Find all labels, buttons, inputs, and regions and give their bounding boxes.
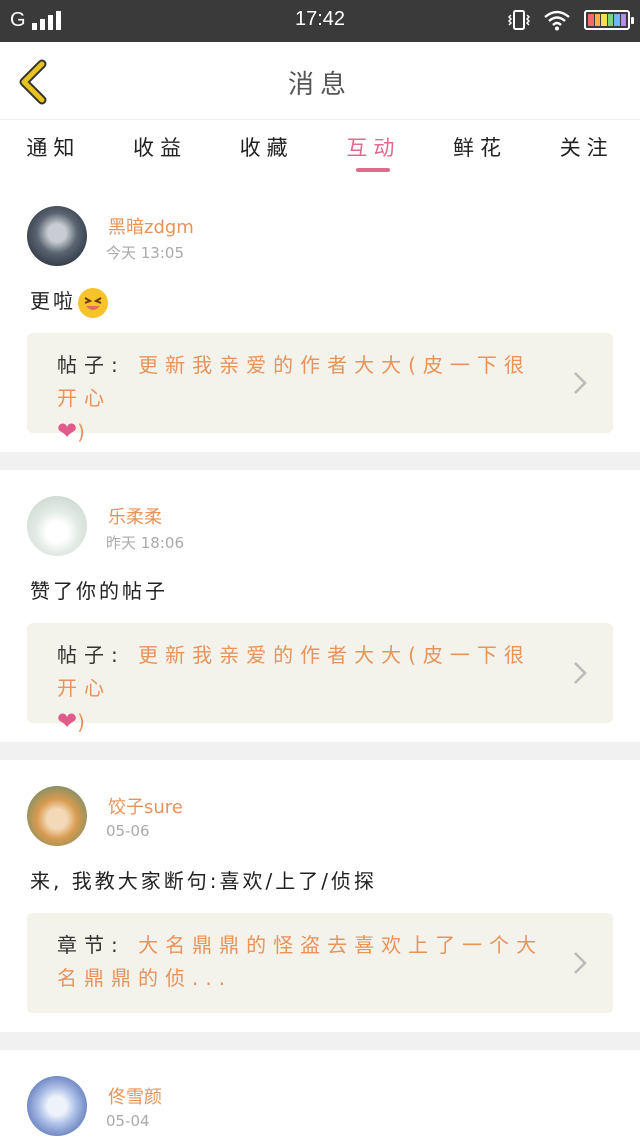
quoted-post[interactable]: 帖子: 更新我亲爱的作者大大(皮一下很开心 ❤) [27,333,613,445]
quote-label: 帖子: [57,353,125,377]
quote-content: 更新我亲爱的作者大大(皮一下很开心 [57,353,531,410]
message-time: 昨天 18:06 [106,534,184,552]
tab-label: 通知 [26,136,81,160]
tab-following[interactable]: 关注 [533,120,640,180]
tab-label: 关注 [559,136,614,160]
avatar[interactable] [27,1076,87,1136]
avatar[interactable] [27,496,87,556]
message-card: 黑暗zdgm 今天 13:05 更啦 帖子: 更新我亲爱的作者大大(皮一下很开心… [0,180,640,452]
message-card: 佟雪颜 05-04 [0,1050,640,1138]
wifi-icon [544,10,570,31]
message-text: 来, 我教大家断句:喜欢/上了/侦探 [30,869,377,893]
vibrate-icon [508,10,530,30]
username[interactable]: 饺子sure [108,793,183,819]
message-card: 饺子sure 05-06 来, 我教大家断句:喜欢/上了/侦探 章节: 大名鼎鼎… [0,760,640,1032]
card-divider [0,452,640,470]
chevron-right-icon [574,952,587,974]
quoted-chapter[interactable]: 章节: 大名鼎鼎的怪盗去喜欢上了一个大名鼎鼎的侦... [27,913,613,1013]
tab-interactions[interactable]: 互动 [320,120,427,180]
quote-text: 帖子: 更新我亲爱的作者大大(皮一下很开心 ❤) [57,349,557,449]
quote-tail: ) [77,710,92,734]
tab-earnings[interactable]: 收益 [107,120,214,180]
quote-text: 章节: 大名鼎鼎的怪盗去喜欢上了一个大名鼎鼎的侦... [57,929,557,995]
message-time: 今天 13:05 [106,244,184,262]
tab-label: 互动 [346,136,401,160]
heart-icon: ❤ [57,707,78,735]
heart-icon: ❤ [57,417,78,445]
card-divider [0,1032,640,1050]
tab-favorites[interactable]: 收藏 [213,120,320,180]
message-text: 更啦 [30,285,108,318]
avatar[interactable] [27,786,87,846]
message-feed: 黑暗zdgm 今天 13:05 更啦 帖子: 更新我亲爱的作者大大(皮一下很开心… [0,180,640,1138]
tab-notifications[interactable]: 通知 [0,120,107,180]
chevron-right-icon [574,372,587,394]
chevron-right-icon [574,662,587,684]
laughing-emoji-icon [78,287,108,318]
tab-label: 收藏 [239,136,294,160]
username[interactable]: 黑暗zdgm [108,213,194,239]
message-card: 乐柔柔 昨天 18:06 赞了你的帖子 帖子: 更新我亲爱的作者大大(皮一下很开… [0,470,640,742]
card-divider [0,742,640,760]
page-title: 消息 [287,70,352,100]
message-body: 更啦 [30,289,76,313]
avatar[interactable] [27,206,87,266]
app-header: 消息 [0,42,640,120]
status-bar: G 17:42 [0,0,640,42]
tab-bar: 通知 收益 收藏 互动 鲜花 关注 [0,120,640,180]
quote-text: 帖子: 更新我亲爱的作者大大(皮一下很开心 ❤) [57,639,557,739]
active-tab-indicator [356,168,391,172]
quote-label: 帖子: [57,643,125,667]
quote-content: 更新我亲爱的作者大大(皮一下很开心 [57,643,531,700]
username[interactable]: 佟雪颜 [108,1083,162,1109]
tab-label: 鲜花 [453,136,508,160]
quote-label: 章节: [57,933,125,957]
username[interactable]: 乐柔柔 [108,503,162,529]
message-time: 05-04 [106,1112,150,1130]
quote-tail: ) [77,420,92,444]
battery-icon [584,10,634,30]
quote-content: 大名鼎鼎的怪盗去喜欢上了一个大名鼎鼎的侦... [57,933,544,990]
message-time: 05-06 [106,822,150,840]
message-text: 赞了你的帖子 [30,579,168,603]
tab-flowers[interactable]: 鲜花 [427,120,534,180]
quoted-post[interactable]: 帖子: 更新我亲爱的作者大大(皮一下很开心 ❤) [27,623,613,735]
tab-label: 收益 [133,136,187,160]
